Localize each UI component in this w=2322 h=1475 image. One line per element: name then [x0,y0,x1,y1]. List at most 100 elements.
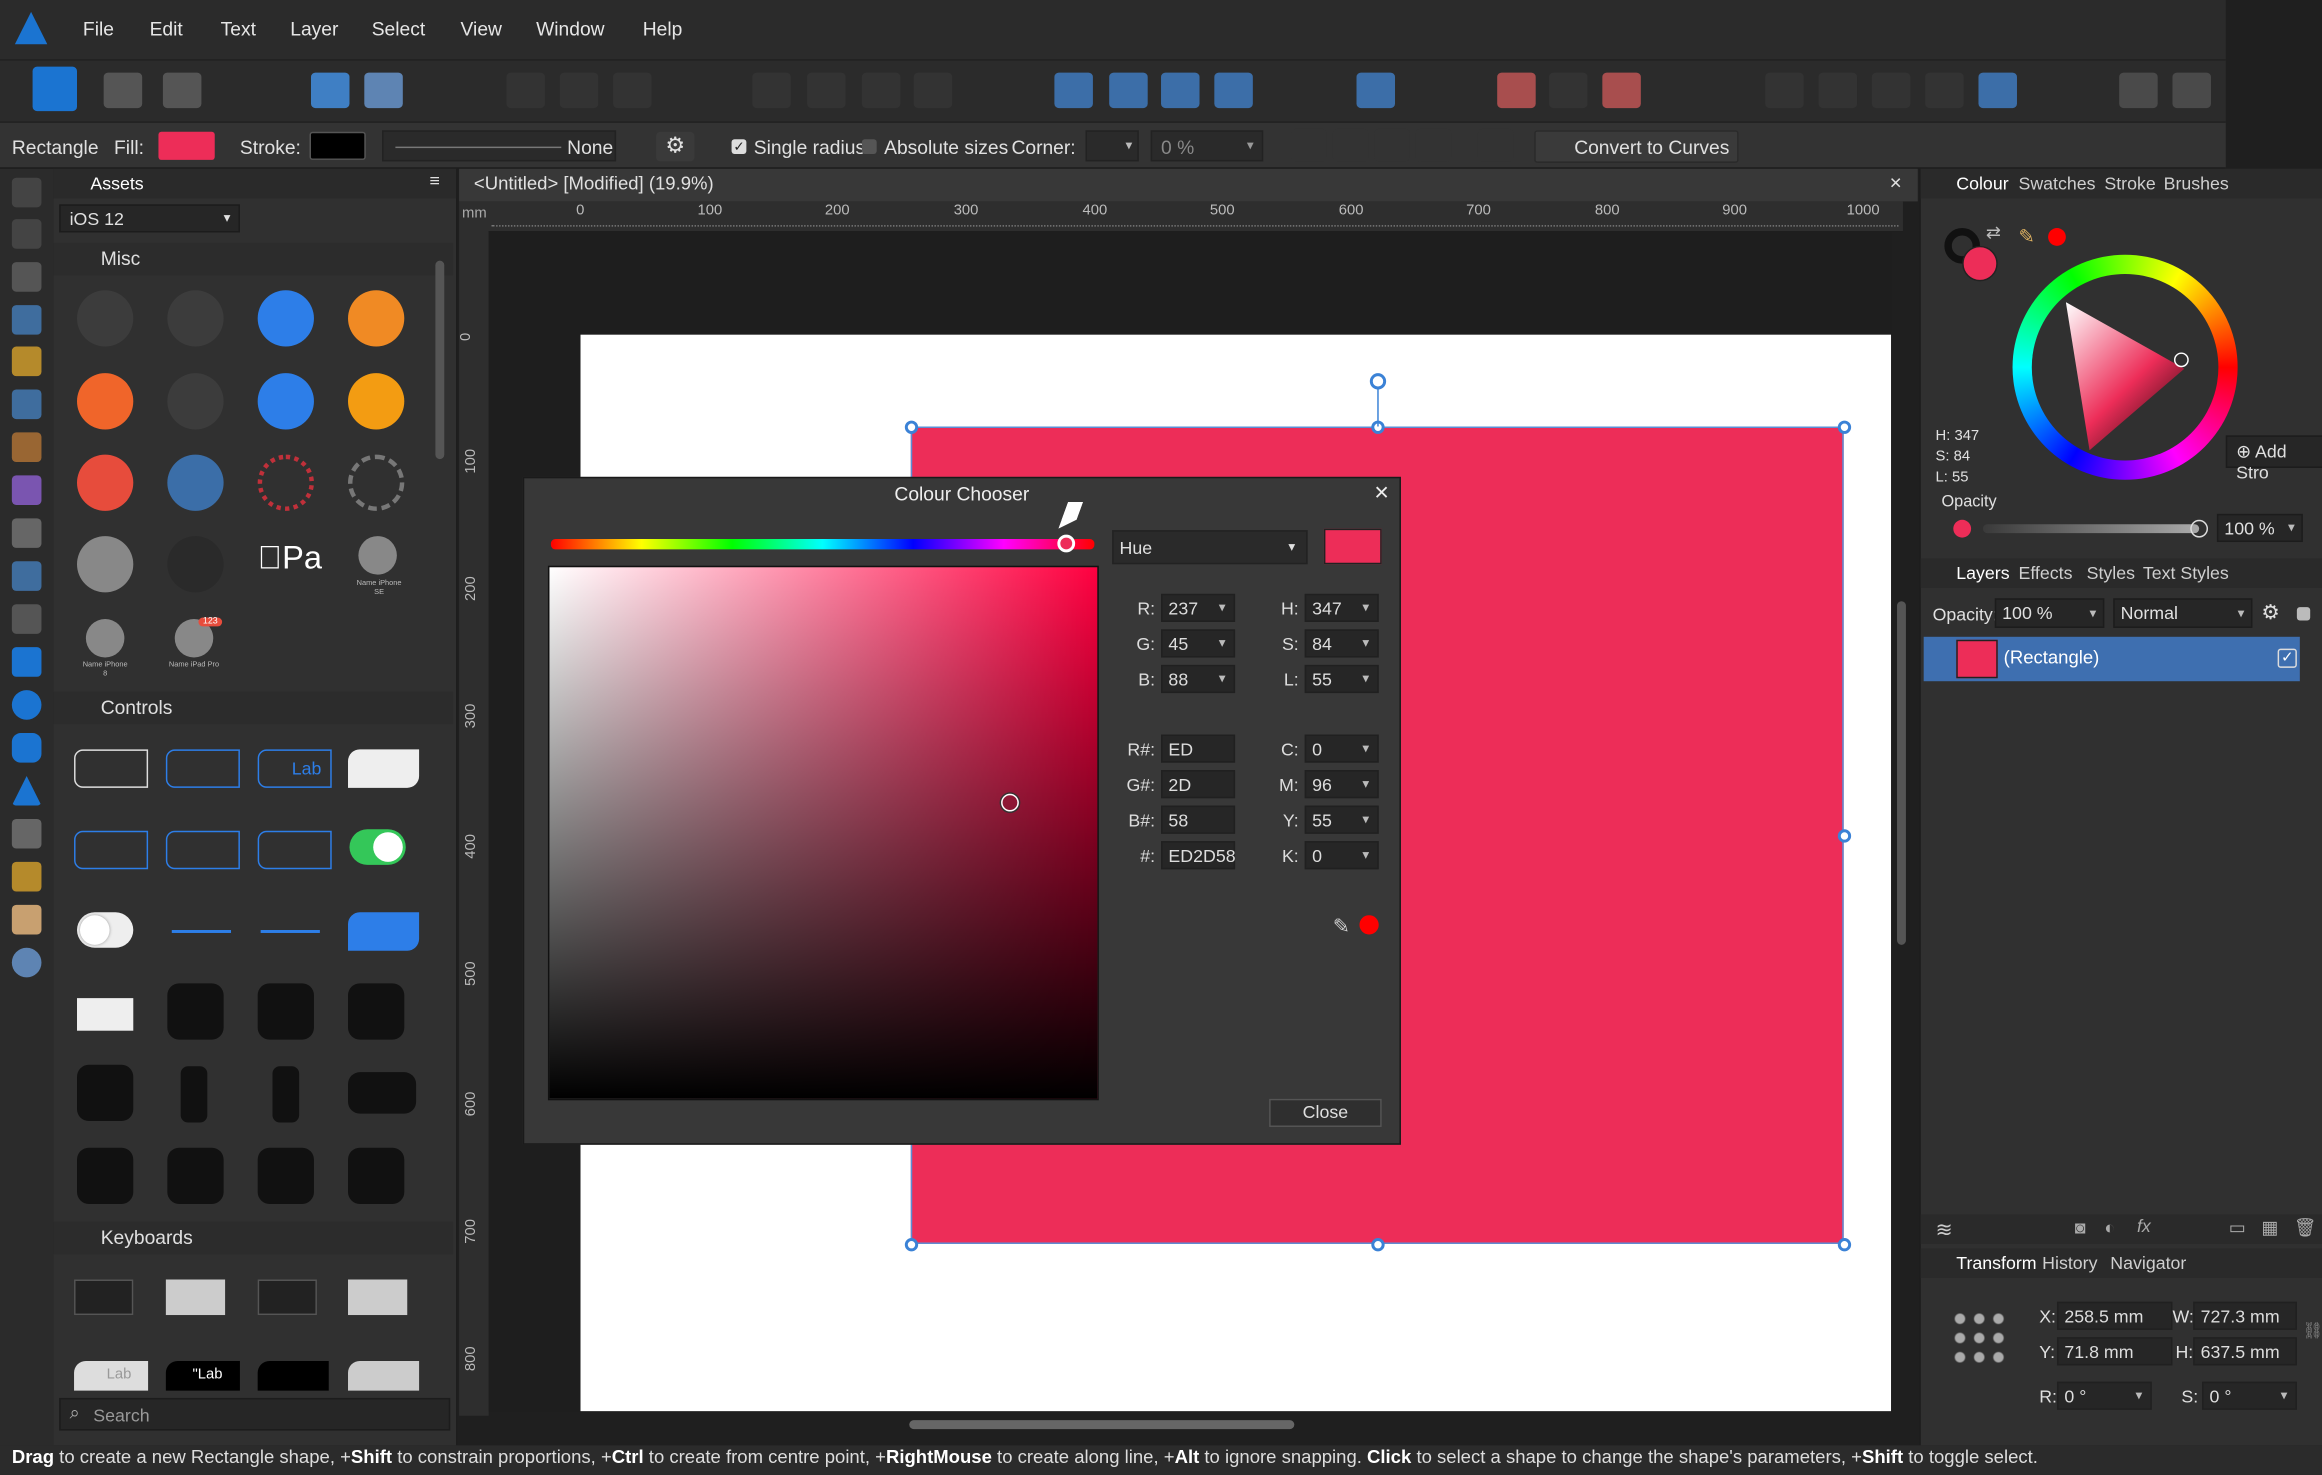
green-hex-field[interactable]: 2D [1161,770,1236,799]
yellow-field[interactable]: 55 ▾ [1304,805,1379,834]
guides-icon[interactable] [1549,72,1588,109]
green-field[interactable]: 45 ▾ [1161,629,1236,658]
mode-dropdown[interactable]: Hue ▾ [1112,530,1308,565]
close-button[interactable]: Close [1269,1098,1382,1127]
fingerprint-icon[interactable] [257,454,314,511]
absolute-sizes-checkbox[interactable] [861,139,877,155]
tab-styles[interactable]: Styles [2087,563,2135,584]
convert-to-curves-button[interactable]: Convert to Curves [1534,130,1739,163]
document-tab[interactable]: <Untitled> [Modified] (19.9%) × [459,168,1918,202]
canvas-horizontal-scrollbar[interactable] [909,1420,1295,1430]
slider-line-2[interactable] [260,930,320,933]
screen-mirror-icon[interactable] [348,1072,417,1114]
magenta-field[interactable]: 96 ▾ [1304,770,1379,799]
crop-tool-icon[interactable] [11,604,42,634]
boolean-intersect-icon[interactable] [1871,72,1911,109]
node-tool-icon[interactable] [11,262,42,292]
boolean-divide-icon[interactable] [1978,72,2017,109]
anchor-grid-icon[interactable] [1950,1309,2010,1369]
rotation-lock-icon[interactable] [167,1147,224,1204]
x-field[interactable]: 258.5 mm [2056,1301,2173,1330]
transparency-tool-icon[interactable] [11,518,42,548]
pen-tool-icon[interactable] [11,346,42,377]
layer-row[interactable]: (Rectangle) ✓ [1923,636,2300,682]
eye-icon[interactable] [1332,128,1369,162]
keyboard-key-black[interactable] [257,1360,329,1391]
tab-colour[interactable]: Colour [1956,173,2008,194]
rotate-right-icon[interactable] [1214,72,1253,109]
close-icon[interactable]: × [1374,478,1389,508]
music-player-icon[interactable] [257,1147,314,1204]
layer-visibility-checkbox[interactable]: ✓ [2277,648,2297,668]
menu-edit[interactable]: Edit [150,18,183,40]
menu-window[interactable]: Window [536,18,604,40]
arrange-backward-icon[interactable] [807,72,846,109]
fill-circle-icon[interactable] [1962,245,1998,282]
eyedropper-icon[interactable]: ✎ [1333,914,1350,939]
snapping-magnet-icon[interactable] [1602,72,1641,109]
s-field[interactable]: 0 ° ▾ [2202,1381,2297,1410]
trash-icon[interactable] [77,454,134,511]
rounded-rect-tool-icon[interactable] [11,733,42,763]
triangle-marker[interactable] [2173,352,2189,368]
zoom-tool-icon[interactable] [11,947,42,978]
control-field-blue-2[interactable] [74,830,149,870]
tab-brushes[interactable]: Brushes [2164,173,2229,194]
hue-slider-thumb[interactable] [1057,534,1076,553]
tab-navigator[interactable]: Navigator [2110,1253,2186,1274]
fuel-icon[interactable] [257,290,314,347]
blend-mode-dropdown[interactable]: Normal ▾ [2113,598,2253,628]
insert-inside-icon[interactable] [2119,72,2158,109]
black-field[interactable]: 0 ▾ [1304,841,1379,870]
cyan-field[interactable]: 0 ▾ [1304,734,1379,763]
keyboard-key-grey[interactable] [348,1360,420,1391]
tab-assets[interactable]: Assets [90,173,143,194]
arrange-front-icon[interactable] [913,72,953,109]
tab-text-styles[interactable]: Text Styles [2143,563,2229,584]
keyboard-dark-icon[interactable] [74,1279,134,1316]
menu-view[interactable]: View [461,18,502,40]
tab-stroke[interactable]: Stroke [2104,173,2155,194]
boolean-add-icon[interactable] [1765,72,1804,109]
triangle-tool-icon[interactable] [11,775,42,806]
align-icon[interactable] [1356,72,1396,109]
text-tool-icon[interactable] [11,818,42,849]
stroke-style-field[interactable]: None [382,130,617,162]
slider-line[interactable] [171,930,232,933]
add-stroke-button[interactable]: ⊕ Add Stro [2225,435,2322,483]
blue-field[interactable]: 88 ▾ [1161,664,1236,694]
flip-horizontal-icon[interactable] [1054,72,1093,109]
red-field[interactable]: 237 ▾ [1161,593,1236,622]
pixel-persona-icon[interactable] [103,72,143,109]
selection-handle[interactable] [1837,829,1852,843]
fill-tool-icon[interactable] [11,475,42,505]
menu-layer[interactable]: Layer [290,18,338,40]
tab-swatches[interactable]: Swatches [2018,173,2095,194]
selection-handle[interactable] [904,420,919,434]
connectivity-icon[interactable] [348,1147,405,1204]
swap-icon[interactable]: ⇄ [1986,222,2001,243]
settings-gear-icon[interactable]: ⚙ [656,131,695,162]
toggle-off-icon[interactable] [77,912,134,948]
corner-percent-field[interactable]: 0 % ▾ [1150,130,1264,162]
designer-persona-icon[interactable] [32,66,78,112]
archive-icon[interactable] [167,454,224,511]
place-image-tool-icon[interactable] [11,561,42,591]
reply-icon[interactable] [257,373,314,430]
hex-field[interactable]: ED2D58 [1161,841,1236,870]
radio-dot-icon[interactable] [167,536,224,593]
timer-icon[interactable] [348,983,405,1040]
gear-icon[interactable]: ⚙ [2261,600,2280,625]
panel-menu-icon[interactable]: ≡ [429,170,439,191]
control-blue-button[interactable] [348,912,420,951]
opacity-slider-thumb[interactable] [2190,519,2209,538]
r-field[interactable]: 0 ° ▾ [2056,1381,2152,1410]
iphone-8-icon[interactable] [85,619,125,658]
link-icon[interactable]: ⛓ [2303,1321,2322,1340]
control-label-field[interactable]: Lab [257,749,332,788]
control-field-white[interactable] [74,749,149,788]
snapping-off-icon[interactable] [364,72,403,109]
opacity-field[interactable]: 100 % ▾ [2216,513,2303,543]
moon-icon[interactable] [77,1147,134,1204]
eyedropper-icon[interactable]: ✎ [2018,225,2034,249]
